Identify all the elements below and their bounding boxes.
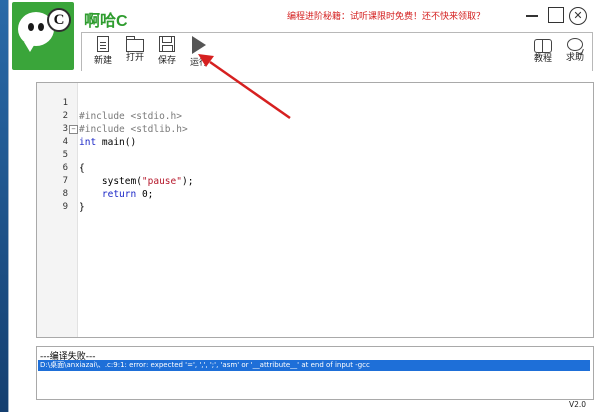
open-button[interactable]: 打开 <box>118 33 152 71</box>
minimize-button[interactable] <box>524 8 540 24</box>
save-icon <box>159 36 175 52</box>
fold-toggle[interactable]: − <box>69 125 78 134</box>
maximize-button[interactable] <box>548 7 564 23</box>
code-line: 7 return 0; <box>37 162 593 200</box>
help-button[interactable]: 求助 <box>558 33 592 71</box>
chat-bubble-icon <box>567 38 583 51</box>
new-file-icon <box>97 36 109 52</box>
compile-error-line[interactable]: D:\桌面\anxiazai\、.c:9:1: error: expected … <box>38 360 590 371</box>
close-button[interactable]: ✕ <box>569 7 587 25</box>
run-play-icon <box>192 36 206 54</box>
code-line: 2 #include <stdlib.h> <box>37 97 593 135</box>
logo-letter: C <box>47 8 71 32</box>
book-icon <box>534 39 552 53</box>
code-line: 4 − { <box>37 123 593 174</box>
logo-eye <box>28 23 34 31</box>
code-line: 6 system("pause"); <box>37 149 593 187</box>
run-button[interactable]: 运行 <box>182 33 216 71</box>
new-button[interactable]: 新建 <box>86 33 120 71</box>
code-editor[interactable]: 1 #include <stdio.h> 2 #include <stdlib.… <box>36 82 594 338</box>
tutorial-button[interactable]: 教程 <box>526 33 560 71</box>
run-button-label: 运行 <box>189 58 208 68</box>
save-button[interactable]: 保存 <box>150 33 184 71</box>
logo-eye <box>38 23 44 31</box>
compile-output-panel: ---编译失败--- D:\桌面\anxiazai\、.c:9:1: error… <box>36 346 594 400</box>
promo-banner-link[interactable]: 编程进阶秘籍：试听课限时免费！还不快来领取？ <box>287 9 485 22</box>
code-line: 9 <box>37 188 593 212</box>
code-line: 3 int main() <box>37 110 593 148</box>
code-line: 8 } <box>37 175 593 213</box>
new-button-label: 新建 <box>93 56 112 66</box>
version-label: V2.0 <box>569 400 587 409</box>
code-text: } <box>79 202 85 213</box>
toolbar: 新建 打开 保存 运行 教程 求助 <box>81 32 593 71</box>
help-button-label: 求助 <box>565 53 584 63</box>
app-window: C 啊哈C 编程进阶秘籍：试听课限时免费！还不快来领取？ ✕ 新建 打开 保存 … <box>8 0 600 412</box>
code-line: 5 <box>37 136 593 160</box>
app-title: 啊哈C <box>84 13 128 30</box>
line-number: 9 <box>62 202 68 212</box>
folder-open-icon <box>126 36 144 52</box>
code-line: 1 #include <stdio.h> <box>37 84 593 122</box>
save-button-label: 保存 <box>157 56 176 66</box>
logo-bubble-tail <box>24 42 36 52</box>
app-logo: C <box>12 2 74 70</box>
